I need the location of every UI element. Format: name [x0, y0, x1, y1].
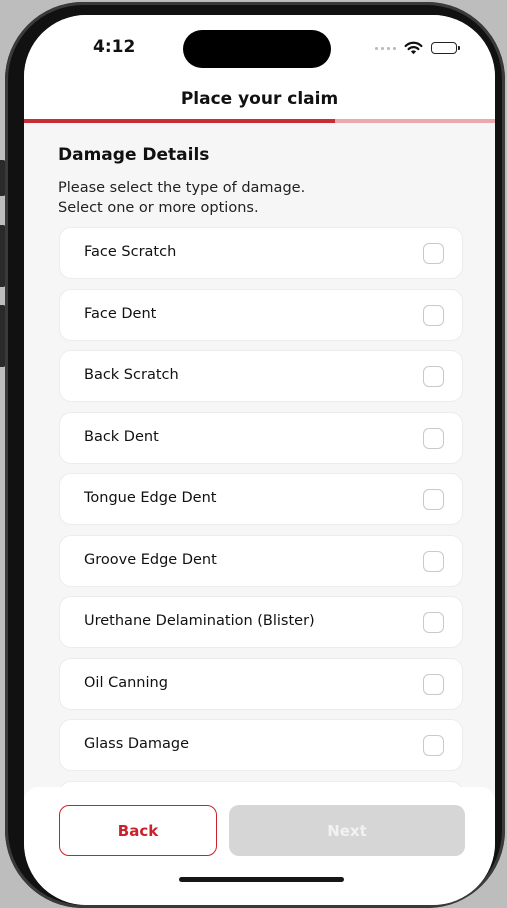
instructions: Please select the type of damage. Select…: [58, 178, 305, 218]
option-tongue-edge-dent[interactable]: Tongue Edge Dent: [59, 473, 463, 525]
option-label: Urethane Delamination (Blister): [84, 613, 315, 629]
home-indicator: [179, 877, 344, 882]
option-urethane-delamination[interactable]: Urethane Delamination (Blister): [59, 596, 463, 648]
status-bar: 4:12: [24, 15, 495, 77]
back-button[interactable]: Back: [59, 805, 217, 856]
dynamic-island: [183, 30, 331, 68]
option-label: Face Scratch: [84, 244, 177, 260]
option-label: Back Dent: [84, 428, 159, 445]
option-label: Tongue Edge Dent: [84, 490, 217, 506]
option-glass-damage[interactable]: Glass Damage: [59, 719, 463, 771]
option-groove-edge-dent[interactable]: Groove Edge Dent: [59, 534, 463, 587]
instruction-line-2: Select one or more options.: [58, 200, 259, 216]
phone-frame: 4:12 Place your claim Damage Details Ple…: [5, 2, 505, 908]
option-checkbox[interactable]: [423, 673, 444, 695]
app-screen: 4:12 Place your claim Damage Details Ple…: [24, 15, 495, 905]
damage-options-list: Face Scratch Face Dent Back Scratch Back…: [59, 227, 463, 842]
section-title: Damage Details: [58, 145, 210, 165]
option-label: Oil Canning: [84, 674, 168, 691]
option-label: Face Dent: [84, 305, 157, 322]
option-label: Groove Edge Dent: [84, 551, 217, 568]
option-checkbox[interactable]: [423, 550, 444, 572]
option-label: Glass Damage: [84, 736, 190, 752]
footer-actions: Back Next: [24, 787, 495, 905]
status-icons: [375, 41, 460, 55]
option-checkbox[interactable]: [423, 366, 444, 387]
option-oil-canning[interactable]: Oil Canning: [59, 657, 463, 710]
option-face-dent[interactable]: Face Dent: [59, 288, 463, 341]
option-face-scratch[interactable]: Face Scratch: [59, 227, 463, 279]
option-back-scratch[interactable]: Back Scratch: [59, 350, 463, 402]
option-checkbox[interactable]: [423, 304, 444, 326]
option-checkbox[interactable]: [423, 612, 444, 633]
option-label: Back Scratch: [84, 367, 179, 383]
signal-icon: [375, 46, 396, 50]
nav-header: Place your claim: [24, 77, 495, 121]
battery-icon: [431, 42, 460, 54]
option-back-dent[interactable]: Back Dent: [59, 411, 463, 464]
option-checkbox[interactable]: [423, 735, 444, 756]
page-title: Place your claim: [180, 89, 339, 109]
option-checkbox[interactable]: [423, 243, 444, 264]
next-button[interactable]: Next: [229, 805, 465, 856]
wifi-icon: [404, 41, 423, 55]
instruction-line-1: Please select the type of damage.: [58, 180, 306, 196]
option-checkbox[interactable]: [423, 489, 444, 510]
status-time: 4:12: [93, 37, 136, 57]
option-checkbox[interactable]: [423, 427, 444, 449]
